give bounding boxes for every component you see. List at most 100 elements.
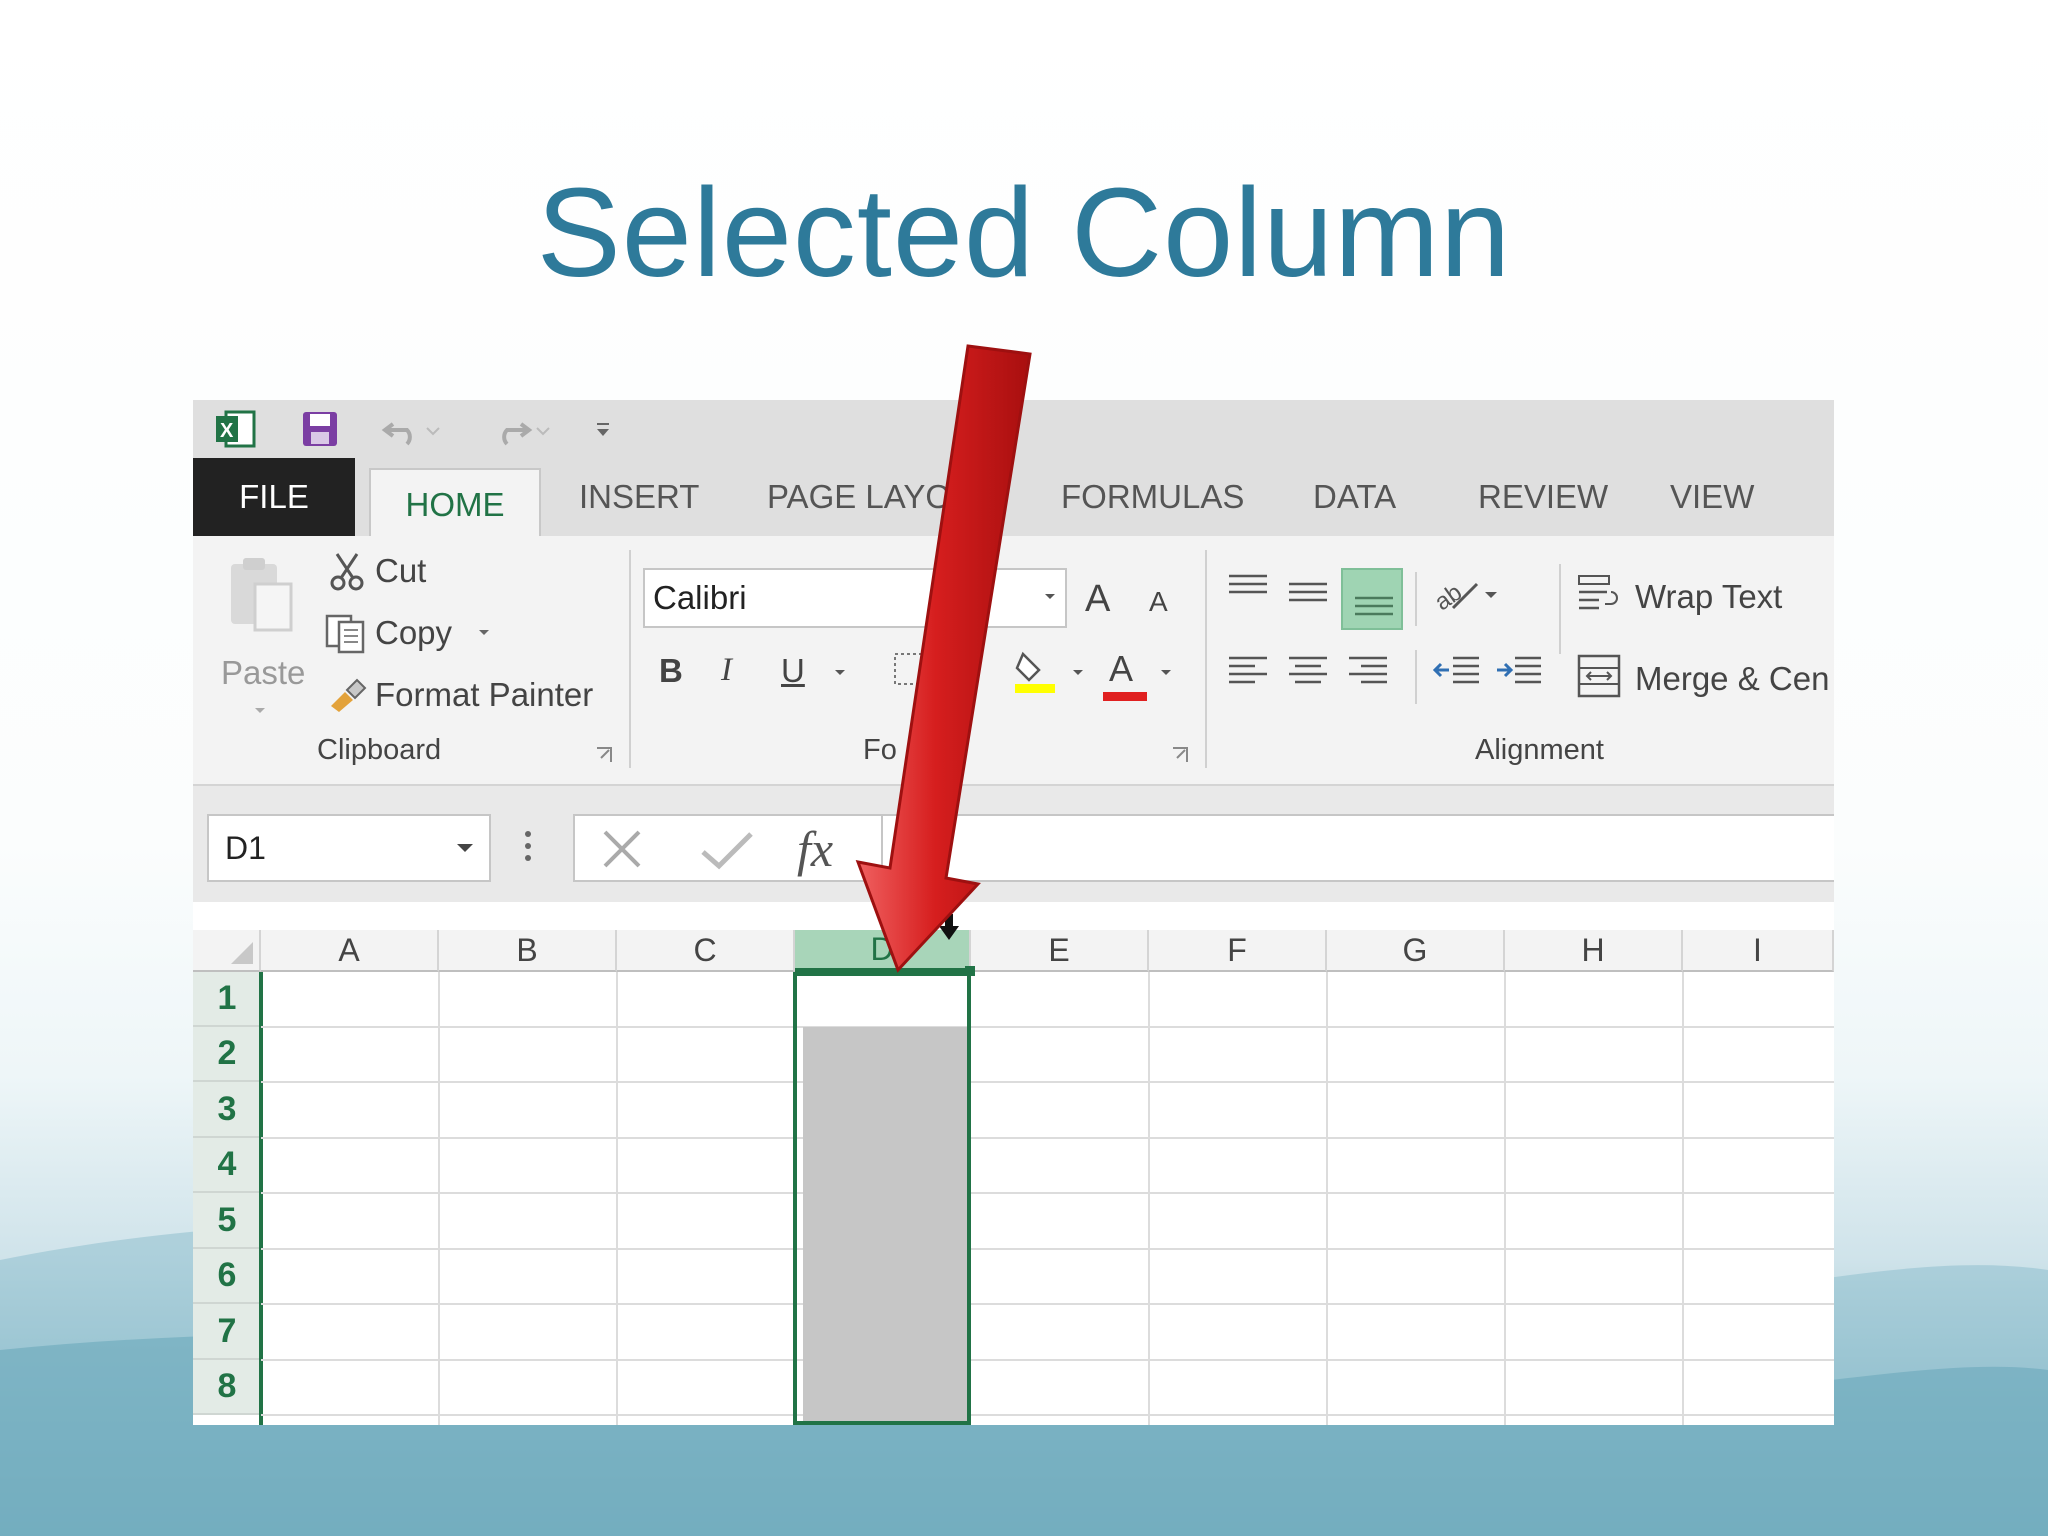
bold-button[interactable]: B [659, 652, 683, 690]
tab-formulas[interactable]: FORMULAS [1061, 458, 1244, 536]
alignment-group-label: Alignment [1475, 734, 1604, 766]
row-header-selection-edge [259, 972, 263, 1425]
redo-icon[interactable] [488, 410, 558, 448]
formula-bar: D1 fx [193, 786, 1834, 902]
svg-text:X: X [220, 420, 234, 442]
select-all-button[interactable] [193, 930, 261, 972]
chevron-down-icon [457, 844, 473, 852]
row-header-4[interactable]: 4 [193, 1138, 261, 1193]
format-painter-button[interactable]: Format Painter [327, 672, 647, 718]
paste-label: Paste [221, 654, 306, 691]
row-header-1[interactable]: 1 [193, 972, 261, 1027]
align-left-icon[interactable] [1227, 654, 1269, 690]
column-select-cursor-icon [939, 914, 959, 940]
align-top-icon[interactable] [1227, 572, 1269, 602]
gridline [261, 1303, 1834, 1305]
insert-function-button[interactable]: fx [797, 820, 833, 878]
enter-check-icon[interactable] [699, 828, 755, 872]
divider [1559, 564, 1561, 654]
cut-label: Cut [375, 552, 427, 589]
gridline [261, 1137, 1834, 1139]
fill-handle[interactable] [965, 966, 975, 976]
underline-button[interactable]: U [781, 652, 805, 690]
excel-logo-icon: X [213, 410, 257, 448]
increase-indent-icon[interactable] [1495, 654, 1543, 690]
column-header-h[interactable]: H [1505, 930, 1683, 972]
row-header-8[interactable]: 8 [193, 1360, 261, 1415]
copy-label: Copy [375, 614, 453, 651]
tab-data[interactable]: DATA [1313, 458, 1396, 536]
italic-button[interactable]: I [721, 652, 732, 689]
wrap-text-label[interactable]: Wrap Text [1635, 578, 1782, 616]
undo-icon[interactable] [378, 410, 448, 448]
chevron-down-icon [1073, 670, 1083, 675]
formula-input[interactable]: fx [573, 814, 1834, 882]
tab-review[interactable]: REVIEW [1478, 458, 1608, 536]
fill-color-icon[interactable] [1013, 646, 1057, 694]
align-bottom-button[interactable] [1341, 568, 1403, 630]
column-header-f[interactable]: F [1149, 930, 1327, 972]
font-group-label: Fo [863, 734, 897, 766]
align-right-icon[interactable] [1347, 654, 1389, 690]
chevron-down-icon [1161, 670, 1171, 675]
paste-icon [231, 558, 293, 632]
copy-button[interactable]: Copy [325, 610, 525, 656]
tab-insert[interactable]: INSERT [579, 458, 699, 536]
cut-button[interactable]: Cut [329, 548, 449, 594]
tab-home[interactable]: HOME [369, 468, 541, 540]
dialog-launcher-icon[interactable] [595, 746, 613, 764]
more-options-icon[interactable] [523, 828, 533, 864]
group-divider [1205, 550, 1207, 768]
scissors-icon [330, 553, 364, 591]
divider [881, 816, 883, 880]
column-header-e[interactable]: E [971, 930, 1149, 972]
column-header-i[interactable]: I [1683, 930, 1834, 972]
worksheet-grid: A B C D E F G H I 1 2 3 4 5 6 7 8 [193, 902, 1834, 1425]
excel-screenshot: X FILE HOME INSERT PAGE LAYOU FORMULAS D… [193, 400, 1834, 1425]
gridline [1148, 972, 1150, 1425]
clipboard-group-label: Clipboard [317, 734, 442, 766]
align-middle-icon[interactable] [1287, 580, 1329, 610]
save-icon[interactable] [298, 410, 342, 448]
borders-icon[interactable] [893, 652, 927, 686]
tab-view[interactable]: VIEW [1670, 458, 1754, 536]
dialog-launcher-icon[interactable] [1171, 746, 1189, 764]
row-header-3[interactable]: 3 [193, 1082, 261, 1138]
column-header-c[interactable]: C [617, 930, 795, 972]
shrink-font-button[interactable]: A [1149, 586, 1168, 618]
decrease-indent-icon[interactable] [1433, 654, 1481, 690]
selected-column-d[interactable] [793, 972, 971, 1425]
orientation-icon[interactable]: ab [1433, 572, 1503, 616]
align-center-icon[interactable] [1287, 654, 1329, 690]
tab-page-layout[interactable]: PAGE LAYOU [767, 458, 975, 536]
tab-file[interactable]: FILE [193, 458, 355, 536]
font-name-select[interactable]: Calibri [643, 568, 1067, 628]
column-header-g[interactable]: G [1327, 930, 1505, 972]
row-header-6[interactable]: 6 [193, 1249, 261, 1304]
cancel-icon[interactable] [599, 826, 645, 872]
merge-center-icon[interactable] [1577, 654, 1621, 698]
row-header-2[interactable]: 2 [193, 1027, 261, 1082]
wrap-text-icon[interactable] [1577, 574, 1621, 618]
copy-icon [325, 614, 365, 654]
column-header-b[interactable]: B [439, 930, 617, 972]
gridline [261, 1192, 1834, 1194]
font-name-value: Calibri [653, 579, 747, 616]
column-header-a[interactable]: A [261, 930, 439, 972]
paste-button[interactable]: Paste [221, 554, 306, 724]
name-box-value: D1 [225, 829, 266, 866]
customize-qat-icon[interactable] [593, 410, 613, 448]
gridline [261, 1081, 1834, 1083]
gridline [1682, 972, 1684, 1425]
gridline [1326, 972, 1328, 1425]
font-color-button[interactable]: A [1109, 648, 1133, 690]
grow-font-button[interactable]: A [1085, 578, 1110, 621]
row-header-7[interactable]: 7 [193, 1304, 261, 1360]
name-box[interactable]: D1 [207, 814, 491, 882]
gridline [438, 972, 440, 1425]
font-color-swatch [1103, 692, 1147, 701]
row-header-5[interactable]: 5 [193, 1193, 261, 1249]
merge-center-label[interactable]: Merge & Cen [1635, 660, 1829, 698]
select-all-triangle-icon [231, 942, 253, 964]
ribbon: Paste Cut Copy Format Painter Clipboard … [193, 536, 1834, 786]
